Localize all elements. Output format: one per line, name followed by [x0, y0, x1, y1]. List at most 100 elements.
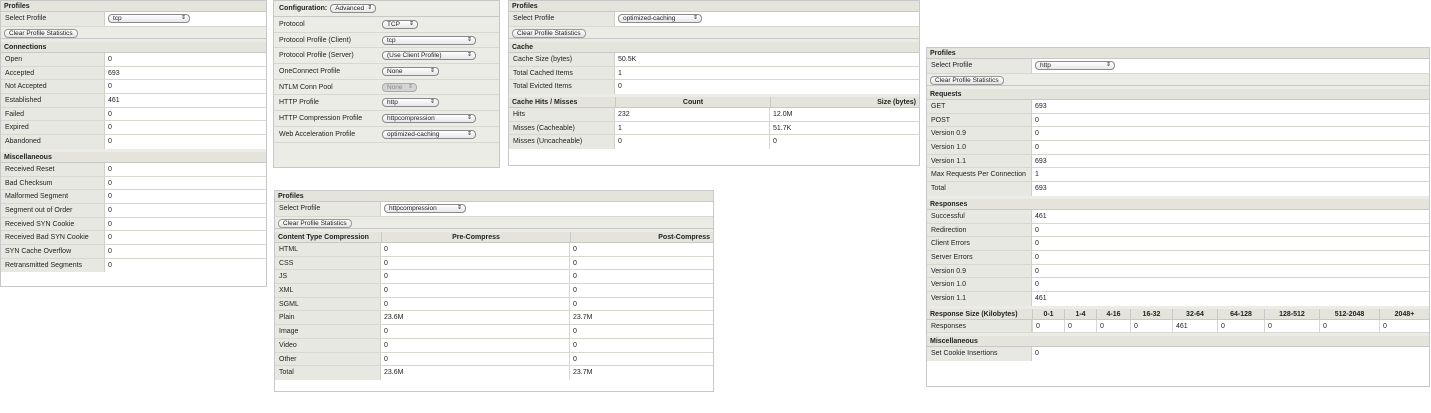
response-size-header-row: Response Size (Kilobytes) 0-1 1-4 4-16 16-3… [927, 308, 1429, 320]
clear-profile-statistics-button[interactable]: Clear Profile Statistics [278, 218, 352, 228]
cache-hits-title: Cache Hits / Misses [512, 99, 578, 107]
row-label: Cache Size (bytes) [509, 53, 615, 66]
row-value: 0 [1032, 264, 1429, 278]
configuration-panel: Configuration: Advanced ⇕ Protocol TCP ⇕ Pro… [273, 0, 500, 168]
profile-select[interactable]: optimized-caching ⇕ [618, 14, 702, 23]
size-bucket-header: 2048+ [1379, 308, 1429, 319]
profiles-header: Profiles [1, 1, 266, 12]
row-label: Accepted [1, 66, 105, 80]
profiles-header: Profiles [509, 1, 919, 12]
row-label: Open [1, 53, 105, 66]
select-arrows-icon: ⇕ [466, 130, 472, 137]
select-arrows-icon: ⇕ [408, 20, 414, 27]
row-label: HTML [275, 243, 381, 256]
select-profile-row: Select Profile tcp ⇕ [1, 12, 266, 27]
cache-header: Cache [509, 42, 919, 53]
button-bar: Clear Profile Statistics [1, 27, 266, 39]
table-row: Redirection 0 [927, 223, 1429, 238]
profile-select[interactable]: httpcompression ⇕ [384, 204, 466, 213]
http-compression-profile-panel: Profiles Select Profile httpcompression ⇕… [274, 190, 714, 392]
row-label: Retransmitted Segments [1, 258, 105, 273]
button-bar: Clear Profile Statistics [927, 74, 1429, 86]
select-arrows-icon: ⇕ [456, 205, 462, 211]
table-row: Misses (Cacheable) 1 51.7K [509, 121, 919, 136]
configuration-row-select-value: None [387, 67, 403, 75]
profile-select-value: httpcompression [389, 205, 437, 212]
clear-profile-statistics-button[interactable]: Clear Profile Statistics [4, 28, 78, 38]
clear-profile-statistics-button[interactable]: Clear Profile Statistics [930, 75, 1004, 85]
profile-select[interactable]: tcp ⇕ [108, 14, 190, 23]
clear-profile-statistics-button[interactable]: Clear Profile Statistics [512, 28, 586, 38]
connections-table: Open 0 Accepted 693 Not Accepted 0 Established… [1, 53, 266, 149]
row-label: Received Reset [1, 162, 105, 176]
pre-compress-cell: 0 [381, 256, 570, 270]
table-row: GET 693 [927, 100, 1429, 114]
row-label: Version 0.9 [927, 127, 1032, 141]
web-acceleration-profile-panel: Profiles Select Profile optimized-cachin… [508, 0, 920, 166]
row-label: Version 1.0 [927, 141, 1032, 154]
configuration-row-label: Protocol Profile (Server) [279, 52, 354, 60]
table-row: Open 0 [1, 53, 266, 67]
configuration-row: OneConnect Profile None ⇕ [274, 64, 499, 80]
row-value: 0 [105, 162, 266, 176]
table-row: Successful 461 [927, 209, 1429, 224]
post-compress-cell: 23.7M [570, 366, 713, 380]
table-row: Version 1.0 0 [927, 141, 1429, 155]
size-cell: 12.0M [770, 108, 919, 121]
configuration-select[interactable]: Advanced ⇕ [330, 4, 377, 13]
configuration-row-select[interactable]: (Use Client Profile) ⇕ [382, 51, 476, 61]
table-row: Malformed Segment 0 [1, 190, 266, 204]
configuration-row-label: HTTP Compression Profile [279, 114, 363, 122]
configuration-row-select[interactable]: None ⇕ [382, 66, 439, 76]
table-row: Received Reset 0 [1, 162, 266, 177]
responses-row-label: Responses [927, 319, 1032, 333]
row-value: 0 [105, 176, 266, 190]
select-profile-row: Select Profile optimized-caching ⇕ [509, 12, 919, 27]
table-row: XML 0 0 [275, 284, 713, 298]
profiles-header: Profiles [927, 48, 1429, 59]
table-row: Max Requests Per Connection 1 [927, 168, 1429, 183]
post-compress-cell: 0 [570, 352, 713, 366]
configuration-bar: Configuration: Advanced ⇕ [274, 1, 499, 17]
configuration-rows: Protocol TCP ⇕ Protocol Profile (Client) tcp… [274, 17, 499, 143]
configuration-row-select[interactable]: tcp ⇕ [382, 35, 476, 45]
http-profile-panel: Profiles Select Profile http ⇕ Clear Prof… [926, 47, 1430, 387]
row-label: GET [927, 100, 1032, 113]
row-label: Server Errors [927, 250, 1032, 264]
table-row: Accepted 693 [1, 66, 266, 81]
row-label: POST [927, 113, 1032, 127]
row-label: Misses (Uncacheable) [509, 135, 615, 150]
compression-table: HTML 0 0 CSS 0 0 JS 0 0 XML 0 0 SGML 0 0 Plain 23.6M 23.7… [275, 243, 713, 380]
select-arrows-icon: ⇕ [429, 99, 435, 106]
cache-hits-table: Hits 232 12.0M Misses (Cacheable) 1 51.7K Miss… [509, 108, 919, 150]
table-row: Video 0 0 [275, 338, 713, 353]
profile-select[interactable]: http ⇕ [1035, 61, 1115, 70]
size-bucket-header: 1-4 [1064, 308, 1096, 319]
select-profile-cell: tcp ⇕ [105, 12, 266, 26]
table-row: Established 461 [1, 94, 266, 108]
size-bucket-value: 0 [1264, 319, 1319, 333]
table-row: Client Errors 0 [927, 237, 1429, 251]
row-label: Successful [927, 209, 1032, 223]
row-value: 0 [105, 107, 266, 121]
post-compress-cell: 0 [570, 256, 713, 270]
configuration-row-select[interactable]: httpcompression ⇕ [382, 113, 476, 123]
row-label: Total [275, 366, 381, 380]
row-label: Total Cached Items [509, 66, 615, 80]
configuration-row: Protocol Profile (Server) (Use Client Pro… [274, 48, 499, 65]
size-bucket-header: 0-1 [1032, 308, 1064, 319]
configuration-row-select-value: tcp [387, 36, 396, 44]
size-column-header: Size (bytes) [770, 97, 919, 108]
select-profile-label: Select Profile [927, 59, 1032, 73]
configuration-row-select[interactable]: http ⇕ [382, 98, 439, 108]
row-value: 461 [105, 94, 266, 107]
row-label: Misses (Cacheable) [509, 121, 615, 135]
size-bucket-value: 0 [1379, 319, 1429, 333]
configuration-row-select-value: None [387, 83, 403, 91]
configuration-row-select[interactable]: optimized-caching ⇕ [382, 129, 476, 139]
responses-table: Successful 461 Redirection 0 Client Errors 0 S… [927, 209, 1429, 306]
row-value: 1 [1032, 168, 1429, 182]
pre-compress-column-header: Pre-Compress [381, 232, 570, 242]
size-bucket-value: 0 [1096, 319, 1130, 333]
configuration-row-select[interactable]: TCP ⇕ [382, 19, 418, 29]
